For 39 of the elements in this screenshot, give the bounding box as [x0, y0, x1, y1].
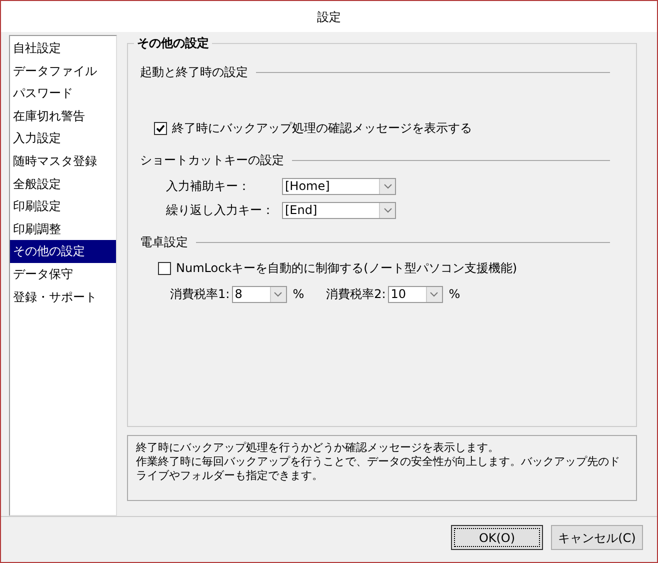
sidebar-item[interactable]: 全般設定 [10, 172, 116, 196]
sidebar-item[interactable]: パスワード [10, 82, 116, 105]
checkbox[interactable] [158, 262, 171, 274]
dropdown[interactable]: 8 [232, 286, 287, 302]
unit-label: % [292, 286, 304, 303]
checkbox-label: 終了時にバックアップ処理の確認メッセージを表示する [172, 120, 472, 137]
sidebar-item[interactable]: 随時マスタ登録 [10, 150, 116, 173]
sidebar-item[interactable]: その他の設定 [10, 240, 116, 263]
checkbox-label: NumLockキーを自動的に制御する(ノート型パソコン支援機能) [176, 260, 517, 277]
sidebar-item[interactable]: 印刷設定 [10, 195, 116, 218]
section-title: 起動と終了時の設定 [140, 64, 248, 81]
dropdown[interactable]: 10 [388, 286, 443, 302]
sidebar-item[interactable]: 自社設定 [10, 37, 116, 60]
description-text: 作業終了時に毎回バックアップを行うことで、データの安全性が向上します。バックアップ先のドライブやフォルダーも指定できます。 [136, 455, 621, 483]
field-label: 消費税率2: [326, 286, 386, 303]
dropdown[interactable]: [Home] [282, 178, 396, 194]
section-title: 電卓設定 [140, 234, 188, 251]
chevron-down-icon [384, 184, 392, 188]
sidebar-item[interactable]: 在庫切れ警告 [10, 104, 116, 128]
chevron-down-icon [430, 292, 438, 296]
window-title: 設定 [317, 8, 341, 26]
sidebar-item[interactable]: 入力設定 [10, 127, 116, 150]
sidebar-item[interactable]: データファイル [10, 60, 116, 82]
dropdown[interactable]: [End] [282, 202, 396, 218]
section-title: ショートカットキーの設定 [140, 152, 284, 169]
chevron-down-icon [384, 208, 392, 212]
sidebar-item[interactable]: 印刷調整 [10, 218, 116, 240]
ok-button[interactable]: OK(O) [451, 525, 543, 550]
checkbox[interactable] [154, 122, 167, 134]
sidebar-item[interactable]: 登録・サポート [10, 286, 116, 308]
field-label: 消費税率1: [170, 286, 230, 303]
chevron-down-icon [274, 292, 282, 296]
field-label: 入力補助キー： [166, 178, 251, 195]
description-text: 終了時にバックアップ処理を行うかどうか確認メッセージを表示します。 [136, 441, 500, 455]
sidebar-item[interactable]: データ保守 [10, 262, 116, 286]
cancel-button[interactable]: キャンセル(C) [551, 525, 643, 550]
unit-label: % [448, 286, 460, 303]
field-label: 繰り返し入力キー： [166, 202, 275, 219]
group-title: その他の設定 [136, 35, 210, 51]
